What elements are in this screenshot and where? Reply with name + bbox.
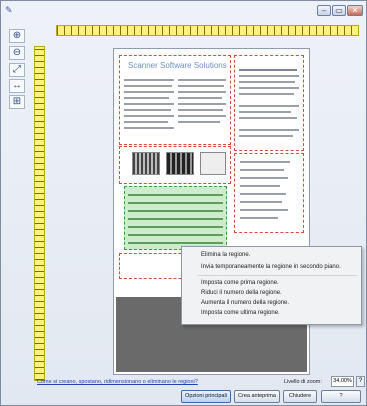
table-line bbox=[128, 218, 223, 220]
zoom-help-button[interactable]: ? bbox=[356, 376, 365, 387]
menu-separator bbox=[198, 275, 357, 276]
text-line bbox=[124, 109, 171, 111]
text-line bbox=[178, 121, 220, 123]
menu-item-set-last[interactable]: Imposta come ultima regione. bbox=[201, 310, 280, 316]
region-context-menu: Elimina la regione. Invia temporaneament… bbox=[181, 246, 362, 325]
close-window-button[interactable]: ✕ bbox=[347, 5, 363, 16]
text-line bbox=[178, 91, 226, 93]
text-line bbox=[178, 79, 226, 81]
text-line bbox=[240, 161, 290, 163]
scan-preview[interactable]: Scanner Software Solutions bbox=[113, 48, 310, 375]
text-line bbox=[178, 103, 226, 105]
text-line bbox=[124, 121, 168, 123]
text-line bbox=[124, 115, 174, 117]
regions-help-link[interactable]: Come si creano, spostano, ridimensionano… bbox=[37, 379, 198, 385]
text-line bbox=[239, 69, 297, 71]
table-line bbox=[128, 234, 223, 236]
preview-window: ✎ – ▭ ✕ ⊕ ⊖ ⤢ ↔ ⊞ Scanner Software Solut… bbox=[0, 0, 367, 406]
menu-item-decrease-number[interactable]: Riduci il numero della regione. bbox=[201, 290, 282, 296]
zoom-level-label: Livello di zoom: bbox=[284, 379, 322, 385]
text-line bbox=[124, 127, 174, 129]
zoom-in-icon[interactable]: ⊕ bbox=[9, 29, 25, 43]
table-line bbox=[128, 210, 223, 212]
text-line bbox=[240, 193, 286, 195]
minimize-button[interactable]: – bbox=[317, 5, 331, 16]
document-title: Scanner Software Solutions bbox=[128, 61, 227, 70]
text-line bbox=[239, 93, 294, 95]
add-region-icon[interactable]: ⊞ bbox=[9, 95, 25, 109]
text-line bbox=[178, 109, 223, 111]
text-line bbox=[124, 103, 174, 105]
text-line bbox=[240, 217, 278, 219]
text-line bbox=[240, 209, 288, 211]
help-button[interactable]: ? bbox=[321, 390, 361, 403]
text-line bbox=[124, 85, 172, 87]
menu-item-delete-region[interactable]: Elimina la regione. bbox=[201, 252, 250, 258]
close-button[interactable]: Chiudere bbox=[283, 390, 317, 403]
text-line bbox=[239, 111, 291, 113]
thumbnail-image bbox=[166, 152, 194, 175]
thumbnail-image bbox=[132, 152, 160, 175]
text-line bbox=[239, 135, 293, 137]
text-line bbox=[240, 177, 288, 179]
text-line bbox=[240, 169, 284, 171]
text-line bbox=[239, 129, 299, 131]
table-line bbox=[128, 194, 223, 196]
zoom-level-field[interactable]: 34,00% bbox=[331, 376, 354, 387]
text-line bbox=[239, 105, 299, 107]
text-line bbox=[178, 115, 226, 117]
fit-page-icon[interactable]: ⤢ bbox=[9, 63, 25, 77]
title-bar: ✎ – ▭ ✕ bbox=[1, 1, 366, 21]
main-options-button[interactable]: Opzioni principali bbox=[181, 390, 231, 403]
text-line bbox=[124, 97, 169, 99]
text-line bbox=[240, 185, 280, 187]
zoom-out-icon[interactable]: ⊖ bbox=[9, 46, 25, 60]
thumbnail-image bbox=[200, 152, 226, 175]
menu-item-send-back[interactable]: Invia temporaneamente la regione in seco… bbox=[201, 264, 341, 270]
text-line bbox=[239, 87, 299, 89]
menu-item-set-first[interactable]: Imposta come prima regione. bbox=[201, 280, 279, 286]
maximize-button[interactable]: ▭ bbox=[332, 5, 346, 16]
horizontal-ruler[interactable] bbox=[56, 25, 359, 36]
table-line bbox=[128, 202, 223, 204]
menu-item-increase-number[interactable]: Aumenta il numero della regione. bbox=[201, 300, 289, 306]
text-line bbox=[178, 85, 224, 87]
text-line bbox=[239, 81, 295, 83]
text-line bbox=[239, 75, 299, 77]
text-line bbox=[124, 91, 174, 93]
app-icon: ✎ bbox=[5, 5, 13, 15]
text-line bbox=[178, 97, 222, 99]
text-line bbox=[239, 117, 297, 119]
text-line bbox=[124, 79, 174, 81]
create-preview-button[interactable]: Crea anteprima bbox=[234, 390, 280, 403]
fit-width-icon[interactable]: ↔ bbox=[9, 79, 25, 93]
text-line bbox=[240, 201, 282, 203]
table-line bbox=[128, 242, 223, 244]
vertical-ruler[interactable] bbox=[34, 46, 45, 381]
table-line bbox=[128, 226, 223, 228]
